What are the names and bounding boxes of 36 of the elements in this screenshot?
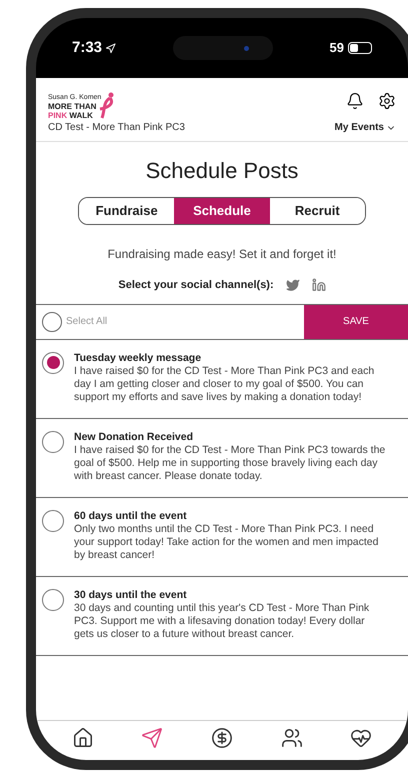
bell-icon[interactable] — [346, 92, 364, 110]
status-time: 7:33 — [72, 38, 102, 58]
message-option[interactable]: 30 days until the event 30 days and counting until this year's CD Test - More Than Pink PC3. Support me with a lifesaving donation today! Every dollar gets us closer to a future without breast cancer. — [36, 576, 408, 656]
message-title: New Donation Received — [74, 430, 194, 444]
message-text: I have raised $0 for the CD Test - More Than Pink PC3 and each day I am getting closer and closer to my goal of $500. You can support my efforts and save lives by making a donation today! — [74, 364, 376, 404]
event-name: CD Test - More Than Pink PC3 — [48, 121, 185, 135]
radio-button[interactable] — [42, 588, 64, 610]
location-arrow-icon — [105, 42, 116, 54]
radio-button[interactable] — [42, 312, 62, 332]
heart-pulse-icon[interactable] — [350, 727, 372, 749]
message-title: 30 days until the event — [74, 588, 188, 602]
dollar-icon[interactable] — [210, 727, 233, 749]
save-button[interactable]: SAVE — [304, 304, 408, 338]
battery-percent: 59 — [330, 39, 344, 58]
message-text: 30 days and counting until this year's CD Test - More Than Pink PC3. Support me with a lifesaving donation today! Every dollar gets us closer to a future without breast cancer. — [74, 602, 370, 640]
message-text: I have raised $0 for the CD Test - More Than Pink PC3 towards the goal of $500. Help me in supporting those bravely living each day with breast cancer. Please donate today. — [74, 444, 386, 482]
radio-button[interactable] — [42, 352, 64, 374]
tagline: Fundraising made easy! Set it and forget it! — [106, 246, 338, 263]
page-title: Schedule Posts — [144, 157, 300, 185]
message-option[interactable]: New Donation Received I have raised $0 for the CD Test - More Than Pink PC3 towards the goal of $500. Help me in supporting those bravely living each day with breast cancer. Please donate today. — [36, 418, 408, 498]
tab[interactable]: Schedule — [174, 198, 270, 224]
battery-icon — [348, 42, 372, 54]
message-text: Only two months until the CD Test - More Than Pink PC3. I need your support today! Take action for the women and men impacted by breast cancer! — [74, 522, 380, 562]
my-events-menu[interactable]: My Events — [334, 120, 396, 135]
message-title: 60 days until the event — [74, 510, 188, 522]
message-title: Tuesday weekly message — [74, 352, 202, 364]
linkedin-icon[interactable] — [312, 278, 326, 292]
bird-icon[interactable] — [286, 278, 300, 292]
message-option[interactable]: 60 days until the event Only two months until the CD Test - More Than Pink PC3. I need your support today! Take action for the women and men impacted by breast cancer! — [36, 498, 408, 576]
home-icon[interactable] — [72, 727, 94, 749]
settings-icon[interactable] — [378, 92, 396, 110]
people-icon[interactable] — [280, 727, 303, 749]
paper-plane-icon[interactable] — [141, 727, 164, 749]
radio-button[interactable] — [42, 430, 64, 452]
radio-button[interactable] — [42, 510, 64, 532]
social-label: Select your social channel(s): — [118, 278, 274, 293]
